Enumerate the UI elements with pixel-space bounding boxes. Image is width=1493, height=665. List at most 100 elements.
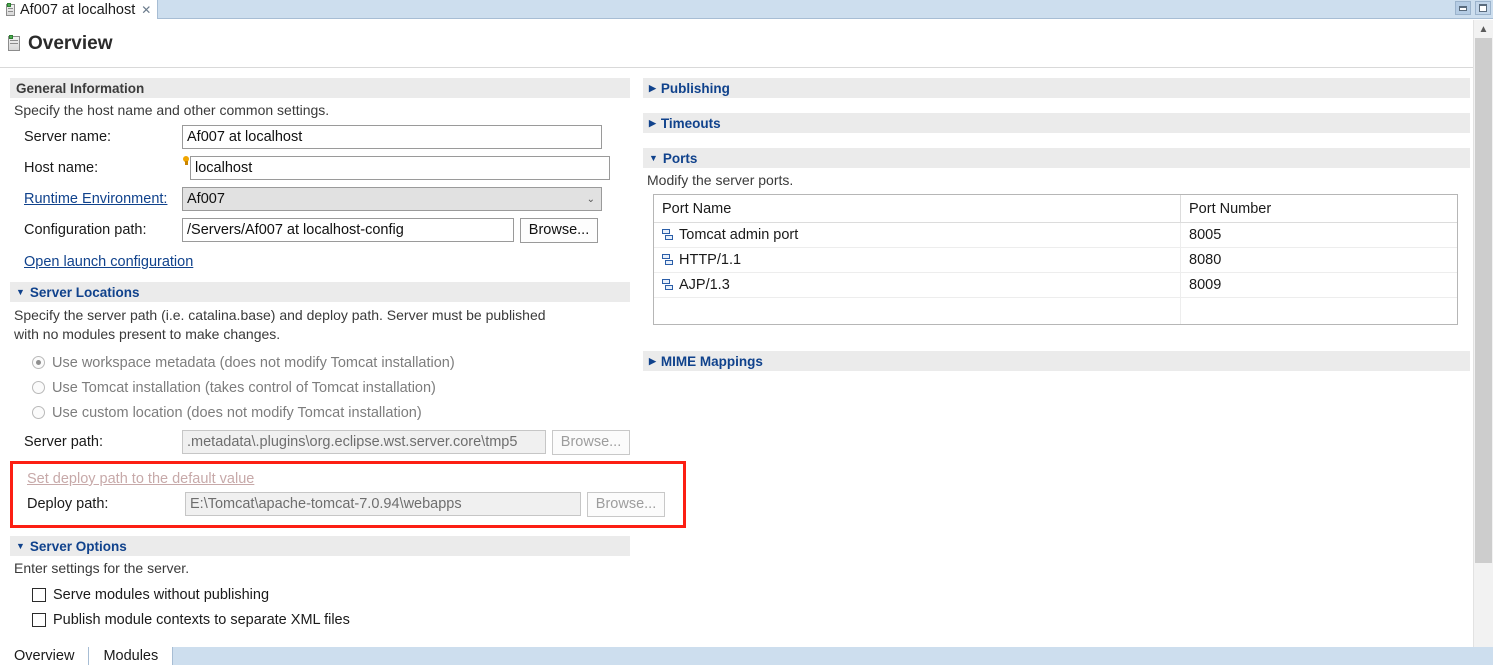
scrollbar-thumb[interactable] [1475,38,1492,563]
section-mime-mappings-label: MIME Mappings [660,353,763,369]
form-header: Overview [0,20,1473,68]
section-publishing[interactable]: ▶ Publishing [643,78,1470,98]
ports-table: Port Name Port Number Tomcat admin port … [653,194,1458,325]
section-server-options-label: Server Options [29,538,127,554]
checkbox-icon [32,587,46,602]
column-header-port-number: Port Number [1189,200,1272,217]
radio-icon [32,406,45,419]
runtime-environment-row: Runtime Environment: Af007 ⌄ [10,186,630,212]
server-name-row: Server name: Af007 at localhost [10,124,630,150]
section-server-locations[interactable]: ▼ Server Locations [10,282,630,302]
close-icon[interactable]: ✕ [141,4,151,16]
section-server-options[interactable]: ▼ Server Options [10,536,630,556]
radio-use-custom-location-label: Use custom location (does not modify Tom… [52,404,422,421]
section-timeouts-label: Timeouts [660,115,721,131]
runtime-environment-value: Af007 [187,191,225,207]
server-path-label: Server path: [24,434,103,450]
server-path-row: Server path: .metadata\.plugins\org.ecli… [10,429,630,455]
twisty-expanded-icon: ▼ [16,286,25,297]
view-window-buttons [1455,1,1491,15]
host-name-label: Host name: [24,160,99,176]
port-name-text: Tomcat admin port [679,227,799,243]
configuration-path-browse-button[interactable]: Browse... [520,217,598,243]
port-icon [662,279,675,291]
eclipse-server-editor: Af007 at localhost ✕ Overview General In… [0,0,1493,665]
host-name-input[interactable]: localhost [190,156,610,180]
tab-modules[interactable]: Modules [88,647,174,665]
checkbox-icon [32,612,46,627]
section-mime-mappings[interactable]: ▶ MIME Mappings [643,351,1470,371]
twisty-collapsed-icon: ▶ [649,82,656,93]
checkbox-publish-module-contexts[interactable]: Publish module contexts to separate XML … [10,607,630,632]
radio-use-custom-location[interactable]: Use custom location (does not modify Tom… [10,400,630,425]
overview-server-icon [8,35,20,51]
radio-use-tomcat-installation[interactable]: Use Tomcat installation (takes control o… [10,375,630,400]
open-launch-configuration-link[interactable]: Open launch configuration [24,254,193,270]
port-name-cell: AJP/1.3 [654,273,1181,297]
server-path-input: .metadata\.plugins\org.eclipse.wst.serve… [182,430,546,454]
maximize-view-button[interactable] [1475,1,1491,15]
lightbulb-icon [182,156,191,170]
configuration-path-row: Configuration path: /Servers/Af007 at lo… [10,217,630,243]
twisty-collapsed-icon: ▶ [649,117,656,128]
editor-tab-bar: Af007 at localhost ✕ [0,0,1493,19]
minimize-view-button[interactable] [1455,1,1471,15]
server-icon [6,2,15,16]
editor-tab-label: Af007 at localhost [20,1,136,18]
port-number-cell[interactable]: 8009 [1181,273,1457,297]
section-server-locations-label: Server Locations [29,284,140,300]
editor-page-tabs: Overview Modules [0,647,1493,665]
port-name-cell: Tomcat admin port [654,223,1181,247]
form-body: General Information Specify the host nam… [0,69,1473,665]
radio-icon [32,356,45,369]
page-title: Overview [28,32,113,54]
checkbox-serve-modules-without-publishing[interactable]: Serve modules without publishing [10,582,630,607]
vertical-scrollbar[interactable]: ▲ ▼ [1473,20,1493,665]
radio-use-workspace-metadata-label: Use workspace metadata (does not modify … [52,354,455,371]
port-number-cell[interactable]: 8080 [1181,248,1457,272]
port-name-cell: HTTP/1.1 [654,248,1181,272]
deploy-path-row: Deploy path: E:\Tomcat\apache-tomcat-7.0… [13,491,683,517]
general-information-description: Specify the host name and other common s… [14,102,330,118]
checkbox-publish-contexts-label: Publish module contexts to separate XML … [53,611,350,628]
server-name-label: Server name: [24,129,112,145]
server-name-input[interactable]: Af007 at localhost [182,125,602,149]
ports-description: Modify the server ports. [647,172,794,188]
section-timeouts[interactable]: ▶ Timeouts [643,113,1470,133]
left-column: General Information Specify the host nam… [10,78,686,632]
port-number-cell[interactable]: 8005 [1181,223,1457,247]
configuration-path-input[interactable]: /Servers/Af007 at localhost-config [182,218,514,242]
runtime-environment-link[interactable]: Runtime Environment: [10,191,182,207]
ports-table-header-row: Port Name Port Number [654,195,1457,223]
runtime-environment-select[interactable]: Af007 ⌄ [182,187,602,211]
deploy-path-label: Deploy path: [27,496,109,512]
table-row[interactable]: AJP/1.3 8009 [654,273,1457,298]
deploy-path-input: E:\Tomcat\apache-tomcat-7.0.94\webapps [185,492,581,516]
port-icon [662,254,675,266]
table-row[interactable]: Tomcat admin port 8005 [654,223,1457,248]
twisty-collapsed-icon: ▶ [649,355,656,366]
port-name-cell-empty [654,298,1181,324]
deploy-path-browse-button: Browse... [587,491,665,517]
section-ports[interactable]: ▼ Ports [643,148,1470,168]
port-name-text: AJP/1.3 [679,277,730,293]
table-row[interactable]: HTTP/1.1 8080 [654,248,1457,273]
editor-tab-af007-at-localhost[interactable]: Af007 at localhost ✕ [0,0,159,19]
scroll-up-arrow-icon[interactable]: ▲ [1474,20,1493,38]
host-name-row: Host name: localhost [10,155,630,181]
radio-use-workspace-metadata[interactable]: Use workspace metadata (does not modify … [10,350,630,375]
server-locations-description: Specify the server path (i.e. catalina.b… [14,307,546,342]
radio-use-tomcat-installation-label: Use Tomcat installation (takes control o… [52,379,436,396]
table-row-empty [654,298,1457,324]
section-ports-label: Ports [662,150,698,166]
section-general-information-label: General Information [16,80,145,96]
checkbox-serve-modules-label: Serve modules without publishing [53,586,270,603]
port-name-text: HTTP/1.1 [679,252,742,268]
set-default-deploy-path-link: Set deploy path to the default value [27,471,255,487]
section-publishing-label: Publishing [660,80,730,96]
port-icon [662,229,675,241]
section-general-information: General Information [10,78,630,98]
right-column: ▶ Publishing ▶ Timeouts ▼ Ports Modify t… [643,78,1470,371]
twisty-expanded-icon: ▼ [16,540,25,551]
tab-overview[interactable]: Overview [0,647,89,665]
